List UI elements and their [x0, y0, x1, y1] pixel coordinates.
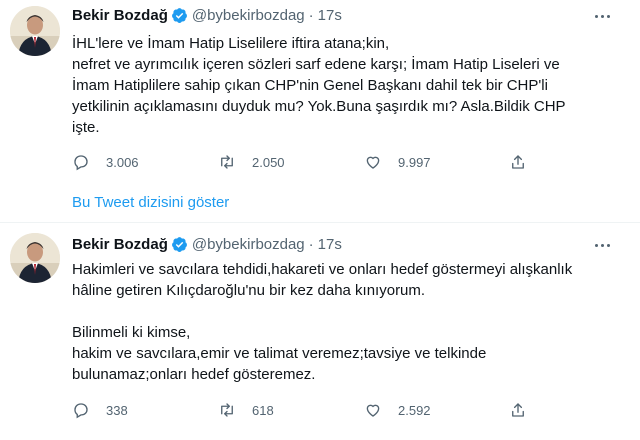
- share-icon: [512, 155, 524, 169]
- author-handle[interactable]: @bybekirbozdag: [192, 7, 305, 24]
- tweet-text: Hakimleri ve savcılara tehdidi,hakareti …: [72, 259, 620, 385]
- reply-button[interactable]: 338: [72, 400, 128, 420]
- tweet-header: Bekir Bozdağ @bybekirbozdag · 17s: [72, 5, 342, 25]
- tweet-time[interactable]: 17s: [318, 7, 342, 24]
- more-options-icon[interactable]: [590, 236, 614, 254]
- tweet-divider: [0, 222, 640, 223]
- tweet-text: İHL'lere ve İmam Hatip Liselilere iftira…: [72, 33, 620, 138]
- retweet-button[interactable]: 618: [218, 400, 274, 420]
- retweet-button[interactable]: 2.050: [218, 152, 285, 172]
- like-count: 2.592: [398, 402, 431, 418]
- heart-icon: [366, 156, 380, 169]
- tweet-actions: 3.006 2.050 9.997: [72, 152, 532, 172]
- tweet-text-line: Hakimleri ve savcılara tehdidi,hakareti …: [72, 261, 573, 278]
- retweet-count: 2.050: [252, 154, 285, 170]
- reply-count: 3.006: [106, 154, 139, 170]
- more-options-icon[interactable]: [590, 7, 614, 25]
- tweet-text-line: bulunamaz;onları hedef gösteremez.: [72, 366, 316, 383]
- tweet-text-line: İmam Hatiplilere sahip çıkan CHP'nin Gen…: [72, 77, 548, 94]
- share-button[interactable]: [509, 152, 541, 172]
- tweet-text-line: yetkilinin açıklamasını duyduk mu? Yok.B…: [72, 98, 566, 115]
- tweet-text-line: işte.: [72, 119, 100, 136]
- like-count: 9.997: [398, 154, 431, 170]
- author-name[interactable]: Bekir Bozdağ: [72, 236, 168, 253]
- like-button[interactable]: 9.997: [364, 152, 431, 172]
- tweet-text-line: [72, 301, 620, 322]
- separator-dot: ·: [308, 6, 314, 24]
- verified-badge-icon: [171, 7, 187, 23]
- share-button[interactable]: [509, 400, 541, 420]
- author-handle[interactable]: @bybekirbozdag: [192, 236, 305, 253]
- like-button[interactable]: 2.592: [364, 400, 431, 420]
- avatar[interactable]: [10, 233, 60, 283]
- heart-icon: [366, 404, 380, 417]
- tweet-header: Bekir Bozdağ @bybekirbozdag · 17s: [72, 234, 342, 254]
- share-icon: [512, 403, 524, 417]
- retweet-icon: [221, 403, 233, 417]
- tweet-2[interactable]: Bekir Bozdağ @bybekirbozdag · 17s Hakiml…: [0, 225, 640, 440]
- author-name[interactable]: Bekir Bozdağ: [72, 7, 168, 24]
- show-thread-link[interactable]: Bu Tweet dizisini göster: [72, 194, 229, 211]
- verified-badge-icon: [171, 236, 187, 252]
- tweet-text-line: hâline getiren Kılıçdaroğlu'nu bir kez d…: [72, 282, 426, 299]
- tweet-actions: 338 618 2.592: [72, 400, 532, 420]
- reply-icon: [74, 403, 88, 419]
- retweet-icon: [221, 155, 233, 169]
- avatar[interactable]: [10, 6, 60, 56]
- reply-button[interactable]: 3.006: [72, 152, 139, 172]
- reply-count: 338: [106, 402, 128, 418]
- tweet-time[interactable]: 17s: [318, 236, 342, 253]
- tweet-text-line: Bilinmeli ki kimse,: [72, 324, 191, 341]
- separator-dot: ·: [308, 235, 314, 253]
- tweet-text-line: İHL'lere ve İmam Hatip Liselilere iftira…: [72, 35, 390, 52]
- tweet-text-line: nefret ve ayrımcılık içeren sözleri sarf…: [72, 56, 560, 73]
- tweet-text-line: hakim ve savcılara,emir ve talimat verem…: [72, 345, 487, 362]
- reply-icon: [74, 155, 88, 171]
- retweet-count: 618: [252, 402, 274, 418]
- tweet-1[interactable]: Bekir Bozdağ @bybekirbozdag · 17s İHL'le…: [0, 0, 640, 190]
